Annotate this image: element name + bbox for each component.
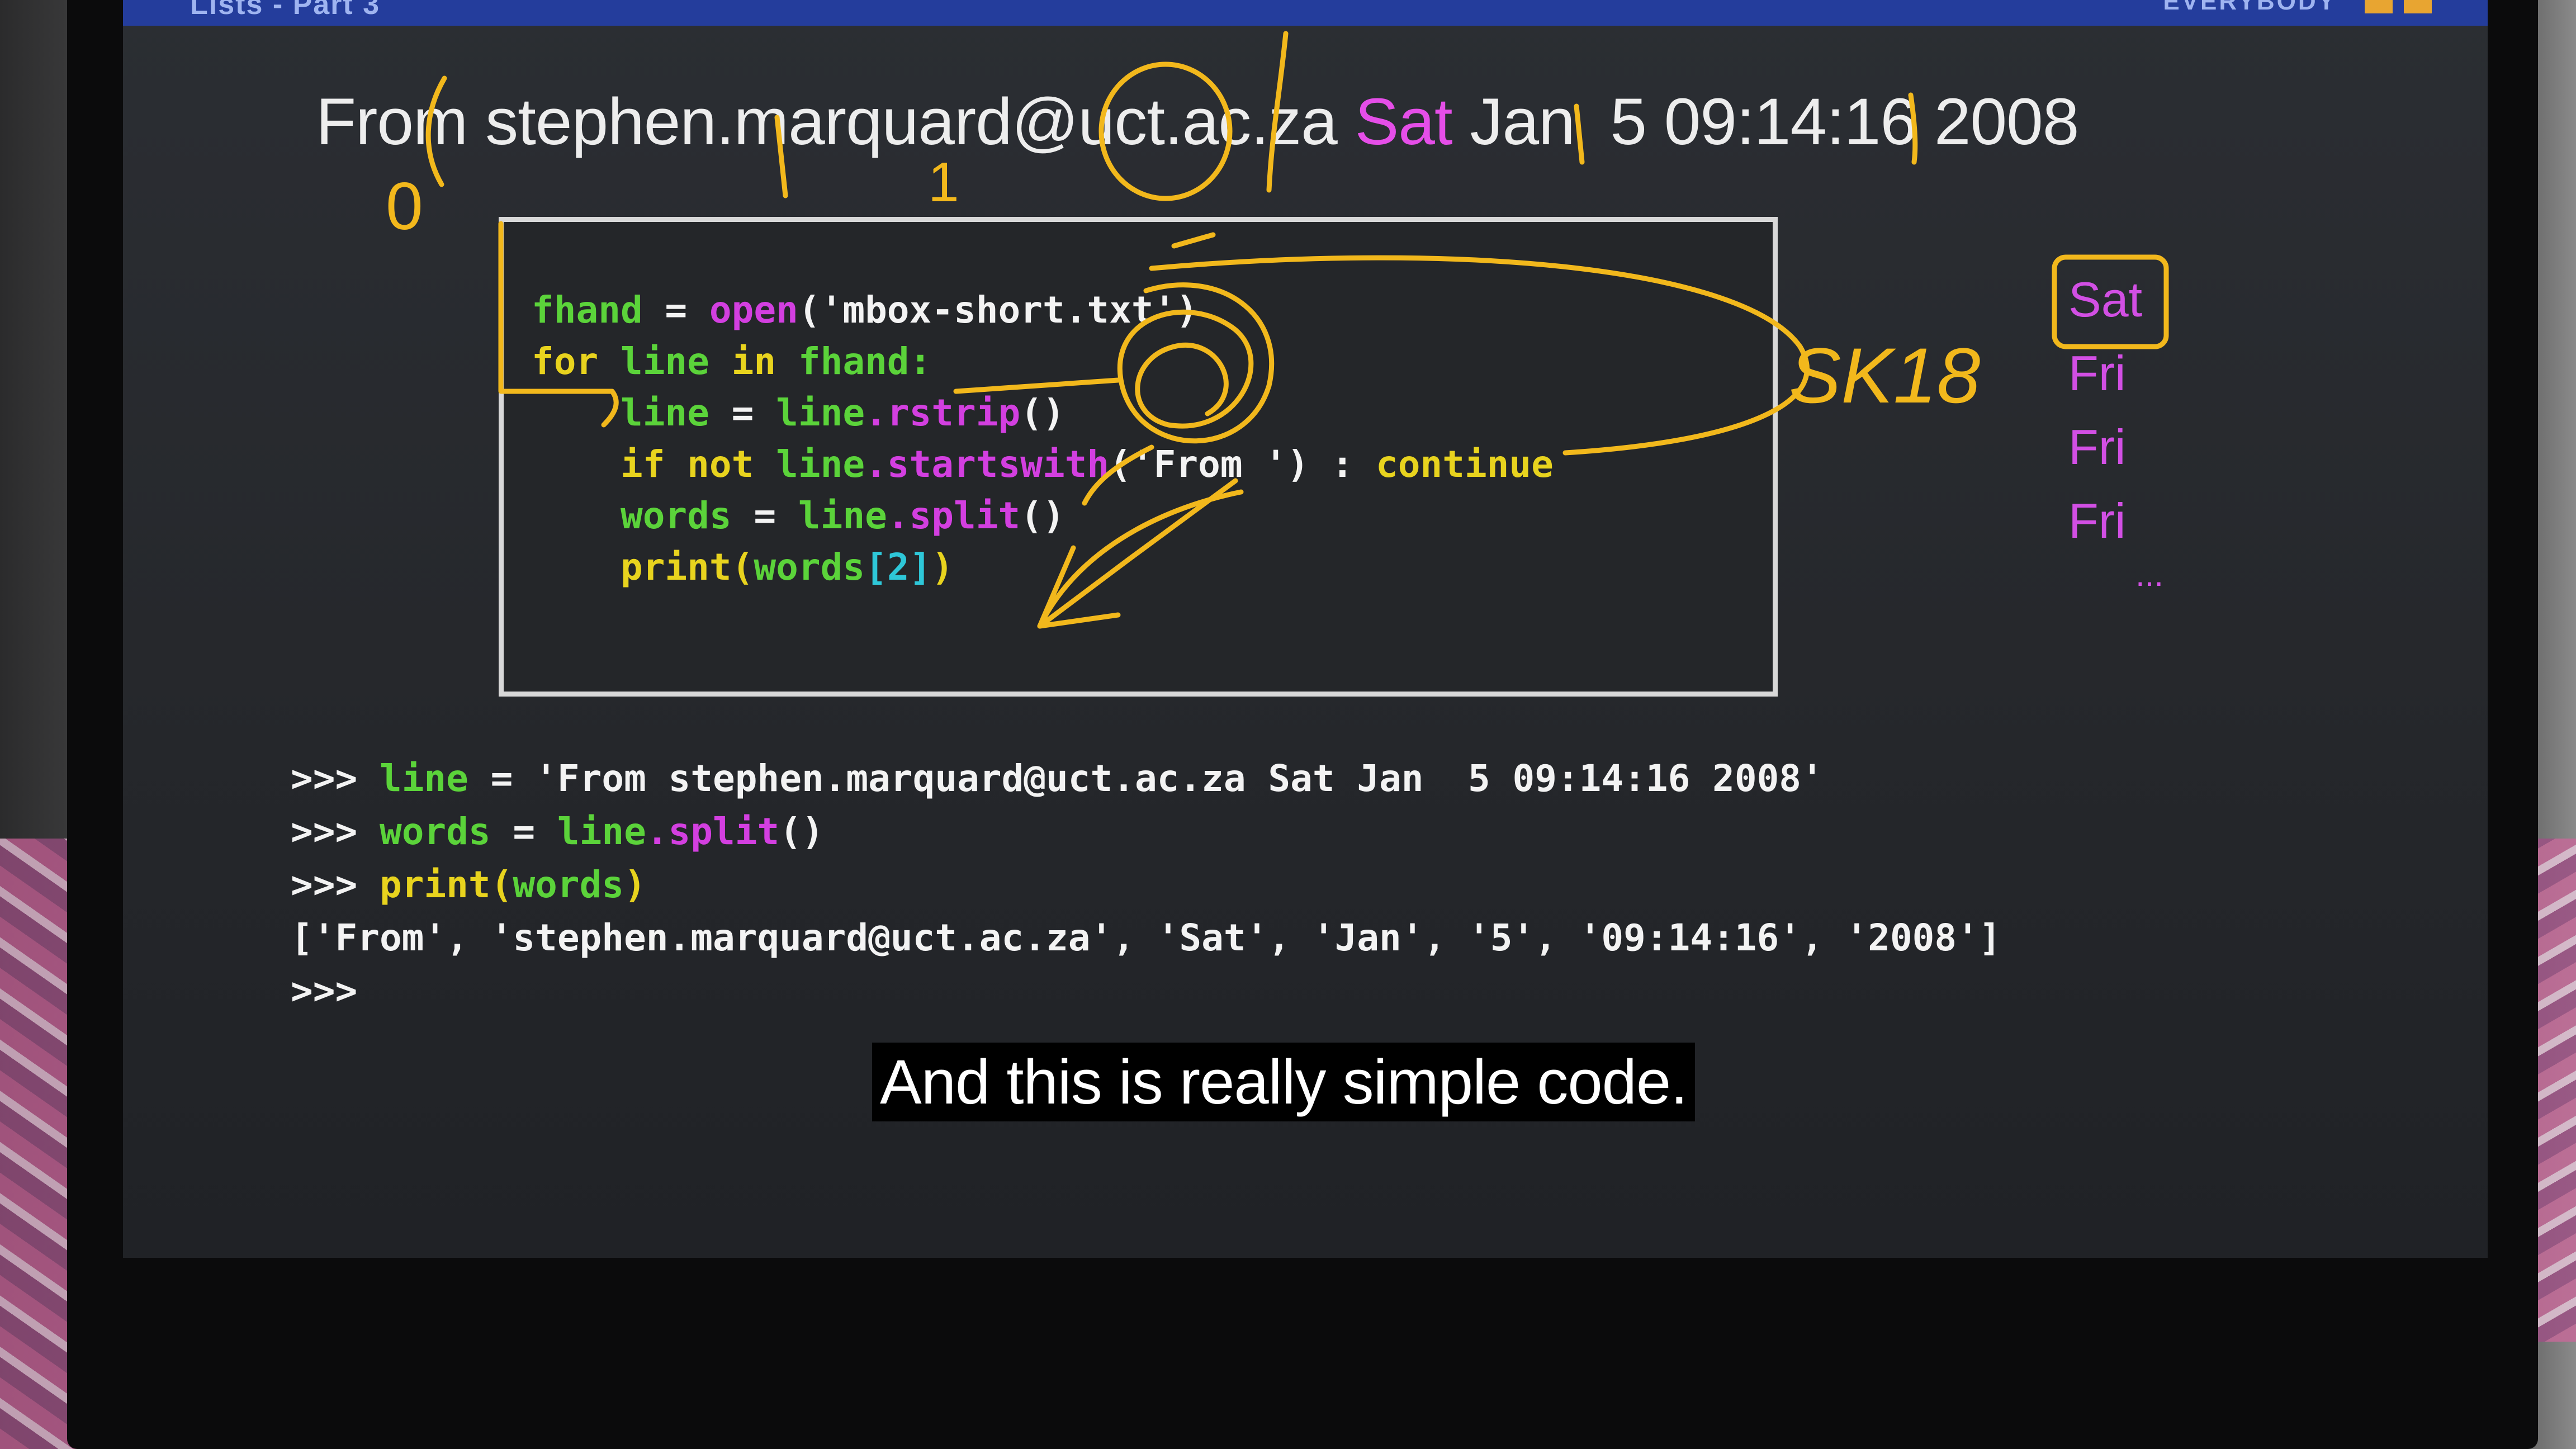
repl-token: ( [490,863,513,906]
code-token: for [532,340,599,383]
repl-token: () [779,810,824,853]
code-token: words [620,494,732,537]
repl-prompt: >>> [291,757,380,800]
repl-token: line [557,810,646,853]
code-token: in [731,340,776,383]
repl-token: line [379,757,468,800]
day-item: Fri [2068,493,2126,548]
code-token: : [1309,443,1376,486]
header-accent-square [2404,0,2432,13]
repl-token: words [379,810,491,853]
repl-prompt: >>> [291,969,380,1012]
headline-suffix: Jan 5 09:14:16 2008 [1452,85,2080,159]
header-accent-square [2365,0,2393,13]
code-box: fhand = open('mbox-short.txt') for line … [499,217,1778,697]
repl-output: ['From', 'stephen.marquard@uct.ac.za', '… [291,916,2001,959]
python-repl: >>> line = 'From stephen.marquard@uct.ac… [291,752,2001,1017]
day-item: Sat [2068,272,2143,327]
code-token: ( [731,546,754,589]
code-token: ('From ') [1109,443,1309,486]
code-token: open [709,288,798,332]
repl-token: = [468,757,536,800]
repl-token: .split [646,810,780,853]
code-token: .startswith [865,443,1110,486]
repl-token: 'From stephen.marquard@uct.ac.za Sat Jan… [535,757,1824,800]
code-token: .rstrip [865,391,1021,434]
repl-prompt: >>> [291,863,380,906]
code-token: line [798,494,887,537]
code-token: if not [620,443,754,486]
day-item: Fri [2068,419,2126,475]
code-token: () [1020,391,1065,434]
repl-token: ) [624,863,646,906]
code-token: line [754,443,865,486]
code-token: = [709,391,776,434]
slide-title: Lists - Part 3 [190,0,381,21]
headline-prefix: From stephen.marquard@uct.ac.za [316,85,1355,159]
repl-prompt: >>> [291,810,380,853]
repl-token: words [513,863,624,906]
laptop-screen: Lists - Part 3 EVERYBODY From stephen.ma… [123,0,2488,1258]
code-token: line [620,391,709,434]
code-token: ('mbox-short.txt') [798,288,1199,332]
code-token: ) [931,546,954,589]
output-days-list: Sat Fri Fri Fri ... [2068,263,2163,591]
code-token: line [598,340,732,383]
code-token: words [754,546,865,589]
code-token: [2] [865,546,932,589]
day-item: Fri [2068,345,2126,401]
code-token: fhand: [776,340,932,383]
code-token: line [776,391,865,434]
code-block: fhand = open('mbox-short.txt') for line … [532,285,1554,593]
repl-token: print [379,863,491,906]
day-ellipsis: ... [2135,556,2164,593]
video-caption: And this is really simple code. [872,1043,1696,1121]
from-line-headline: From stephen.marquard@uct.ac.za Sat Jan … [316,84,2080,160]
code-token: = [642,288,709,332]
repl-token: = [490,810,557,853]
code-token: = [731,494,798,537]
code-token: fhand [532,288,643,332]
code-token: continue [1376,443,1554,486]
code-token: .split [887,494,1021,537]
slide-brand: EVERYBODY [2163,0,2337,15]
headline-day: Sat [1355,85,1453,159]
slide-header-bar: Lists - Part 3 EVERYBODY [123,0,2488,26]
code-token: print [620,546,732,589]
code-token: () [1020,494,1065,537]
